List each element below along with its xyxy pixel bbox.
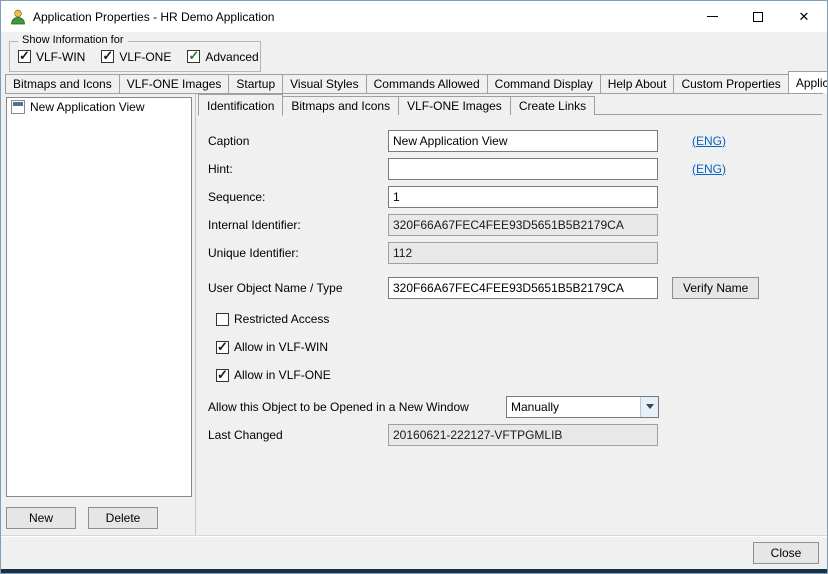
vlf-win-checkbox-box[interactable]: [18, 48, 31, 64]
close-icon: ✕: [798, 9, 810, 24]
restricted-access-checkbox[interactable]: Restricted Access: [216, 312, 329, 326]
vlf-win-checkbox-label: VLF-WIN: [36, 49, 86, 64]
allow-vlf-one-checkbox[interactable]: Allow in VLF-ONE: [216, 367, 331, 383]
sequence-label: Sequence:: [208, 189, 266, 204]
window-title: Application Properties - HR Demo Applica…: [33, 9, 275, 24]
window-bottom-edge: [1, 569, 827, 573]
app-icon: [11, 9, 25, 24]
advanced-checkbox-box[interactable]: [187, 48, 201, 64]
caption-lang-link[interactable]: (ENG): [692, 134, 726, 148]
show-information-groupbox: Show Information for VLF-WIN VLF-ONE Adv…: [9, 34, 261, 72]
open-in-new-window-label: Allow this Object to be Opened in a New …: [208, 399, 469, 414]
tab-application-views[interactable]: Application Views: [787, 71, 827, 93]
delete-button[interactable]: Delete: [88, 507, 158, 529]
restricted-access-checkbox-box[interactable]: [216, 312, 229, 326]
allow-vlf-win-checkbox-box[interactable]: [216, 339, 229, 355]
application-view-icon: [11, 100, 25, 114]
subtab-vlf-one-images[interactable]: VLF-ONE Images: [398, 96, 511, 115]
allow-vlf-one-checkbox-box[interactable]: [216, 367, 229, 383]
detail-panel: Identification Bitmaps and Icons VLF-ONE…: [198, 94, 822, 533]
sequence-input[interactable]: [388, 185, 658, 208]
verify-name-button[interactable]: Verify Name: [672, 276, 760, 299]
advanced-checkbox[interactable]: Advanced: [187, 48, 259, 64]
open-in-new-window-dropdown[interactable]: Manually: [506, 395, 659, 418]
application-views-list[interactable]: New Application View: [6, 97, 192, 497]
identification-form: Caption (ENG) Hint: (ENG) Sequence: Inte…: [198, 115, 822, 446]
tab-visual-styles[interactable]: Visual Styles: [282, 74, 367, 93]
application-properties-dialog: Application Properties - HR Demo Applica…: [0, 0, 828, 574]
detail-tab-strip: Identification Bitmaps and Icons VLF-ONE…: [198, 94, 822, 116]
caption-label: Caption: [208, 133, 250, 148]
subtab-identification[interactable]: Identification: [198, 94, 284, 116]
hint-input[interactable]: [388, 157, 658, 180]
last-changed-field: [388, 423, 658, 446]
user-object-label: User Object Name / Type: [208, 280, 343, 295]
tab-vlf-one-images[interactable]: VLF-ONE Images: [118, 74, 230, 93]
close-window-button[interactable]: ✕: [781, 1, 827, 32]
internal-identifier-label: Internal Identifier:: [208, 217, 301, 232]
advanced-checkbox-label: Advanced: [205, 49, 259, 64]
subtab-bitmaps-and-icons[interactable]: Bitmaps and Icons: [282, 96, 400, 115]
last-changed-label: Last Changed: [208, 427, 283, 442]
hint-lang-link[interactable]: (ENG): [692, 162, 726, 176]
hint-label: Hint:: [208, 161, 233, 176]
groupbox-legend: Show Information for: [18, 34, 128, 46]
tab-help-about[interactable]: Help About: [599, 74, 675, 93]
allow-vlf-win-checkbox[interactable]: Allow in VLF-WIN: [216, 339, 329, 355]
application-views-panel: New Application View New Delete: [6, 97, 192, 529]
vlf-one-checkbox-label: VLF-ONE: [119, 49, 172, 64]
main-tab-strip: Bitmaps and Icons VLF-ONE Images Startup…: [5, 71, 827, 93]
panel-divider: [195, 94, 196, 535]
footer: Close: [1, 537, 827, 569]
minimize-button[interactable]: [689, 1, 735, 32]
tab-custom-properties[interactable]: Custom Properties: [673, 74, 789, 93]
user-object-input[interactable]: [388, 276, 658, 299]
unique-identifier-field: [388, 241, 658, 264]
tab-commands-allowed[interactable]: Commands Allowed: [365, 74, 488, 93]
vlf-one-checkbox-box[interactable]: [101, 48, 115, 64]
maximize-button[interactable]: [735, 1, 781, 32]
chevron-down-icon[interactable]: [640, 396, 658, 417]
internal-identifier-field: [388, 213, 658, 236]
tab-command-display[interactable]: Command Display: [486, 74, 601, 93]
list-item[interactable]: New Application View: [7, 98, 191, 116]
dropdown-value: Manually: [511, 399, 560, 414]
caption-input[interactable]: [388, 129, 658, 152]
unique-identifier-label: Unique Identifier:: [208, 245, 299, 260]
minimize-icon: [706, 16, 718, 17]
tab-bitmaps-and-icons[interactable]: Bitmaps and Icons: [5, 74, 120, 93]
allow-vlf-one-label: Allow in VLF-ONE: [234, 368, 331, 382]
allow-vlf-win-label: Allow in VLF-WIN: [234, 340, 329, 354]
restricted-access-label: Restricted Access: [234, 312, 330, 326]
list-item-label: New Application View: [30, 100, 145, 114]
subtab-create-links[interactable]: Create Links: [509, 96, 596, 115]
title-bar: Application Properties - HR Demo Applica…: [1, 1, 827, 32]
vlf-win-checkbox[interactable]: VLF-WIN: [18, 48, 86, 64]
maximize-icon: [753, 11, 763, 22]
tab-startup[interactable]: Startup: [228, 74, 284, 93]
close-button[interactable]: Close: [753, 542, 819, 564]
new-button[interactable]: New: [6, 507, 76, 529]
vlf-one-checkbox[interactable]: VLF-ONE: [101, 48, 172, 64]
